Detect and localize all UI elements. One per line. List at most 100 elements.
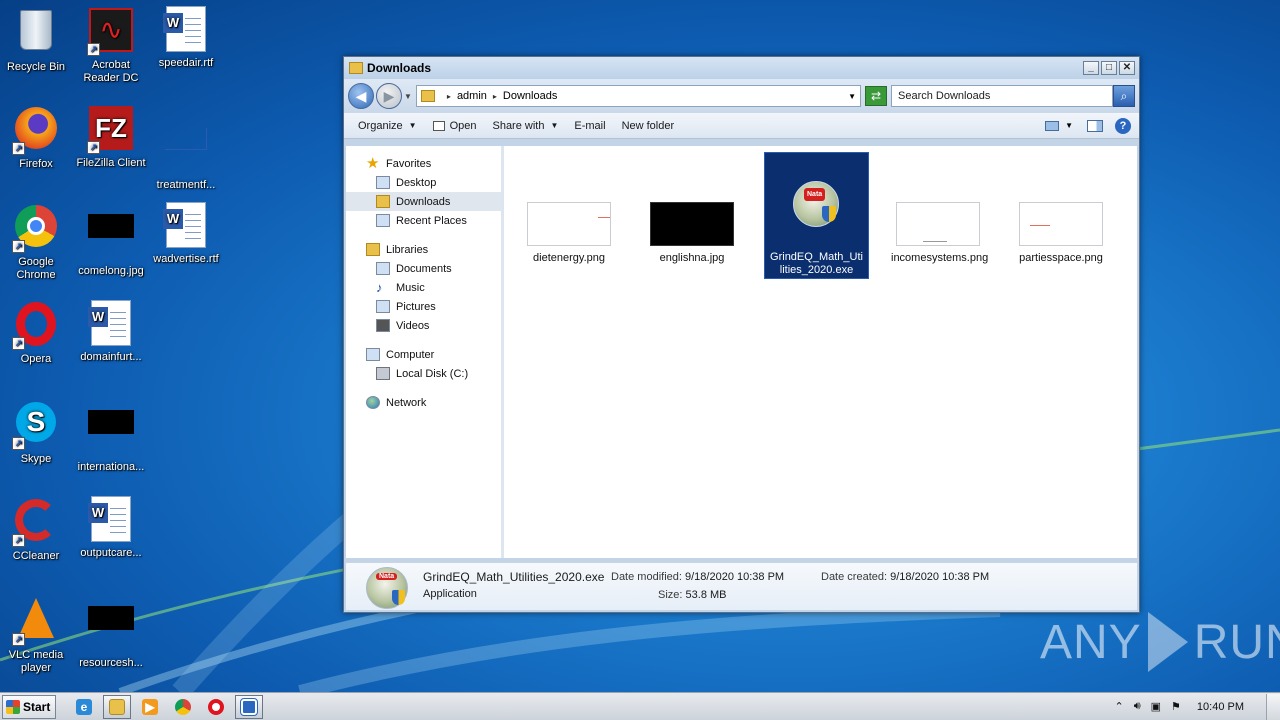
clock[interactable]: 10:40 PM — [1197, 701, 1244, 713]
nav-pictures[interactable]: Pictures — [346, 297, 501, 316]
taskbar-opera[interactable] — [202, 695, 230, 719]
image-thumbnail-icon — [87, 606, 135, 654]
desktop-icon-wadvertise[interactable]: W wadvertise.rtf — [148, 202, 224, 266]
media-player-icon: ▶ — [142, 698, 158, 715]
volume-icon[interactable]: 🔊︎ — [1134, 700, 1141, 713]
show-hidden-icons-icon[interactable]: ⌃ — [1114, 700, 1123, 713]
change-view-icon[interactable] — [1045, 120, 1060, 131]
desktop-icon-ccleaner[interactable]: ↗ CCleaner — [0, 496, 74, 563]
desktop-icon-resourcesh[interactable]: resourcesh... — [73, 594, 149, 670]
filezilla-icon: FZ ↗ — [87, 106, 135, 154]
nav-computer[interactable]: Computer — [346, 345, 501, 364]
nav-desktop[interactable]: Desktop — [346, 173, 501, 192]
folder-icon — [349, 62, 363, 74]
nav-downloads[interactable]: Downloads — [346, 192, 501, 211]
desktop-icon-opera[interactable]: ↗ Opera — [0, 300, 74, 366]
view-dropdown-icon[interactable]: ▼ — [1065, 121, 1073, 130]
search-input[interactable]: Search Downloads — [891, 85, 1113, 107]
nav-favorites[interactable]: ★ Favorites — [346, 154, 501, 173]
explorer-window[interactable]: Downloads _ □ ✕ ◀ ▶ ▼ ▸ admin ▸ Download… — [343, 56, 1140, 613]
desktop-icon-internationa[interactable]: internationa... — [73, 398, 149, 474]
desktop-icon-filezilla[interactable]: FZ ↗ FileZilla Client — [73, 104, 149, 170]
pictures-icon — [376, 300, 390, 313]
close-button[interactable]: ✕ — [1119, 61, 1135, 75]
nav-recent-places[interactable]: Recent Places — [346, 211, 501, 230]
documents-icon — [376, 262, 390, 275]
forward-button[interactable]: ▶ — [376, 83, 402, 109]
navigation-pane: ★ Favorites Desktop Downloads Recent Plac… — [346, 146, 504, 558]
share-with-button[interactable]: Share with ▼ — [492, 120, 558, 132]
chrome-icon: ↗ — [12, 205, 60, 253]
music-icon: ♪ — [376, 280, 383, 295]
desktop-icon-chrome[interactable]: ↗ Google Chrome — [0, 202, 74, 282]
minimize-button[interactable]: _ — [1083, 61, 1099, 75]
breadcrumb-admin[interactable]: admin — [457, 90, 487, 102]
window-title: Downloads — [367, 61, 432, 75]
file-item-englishna[interactable]: englishna.jpg — [641, 154, 743, 278]
back-button[interactable]: ◀ — [348, 83, 374, 109]
taskbar-ie[interactable]: e — [70, 695, 98, 719]
preview-pane-icon[interactable] — [1087, 119, 1103, 132]
desktop-icon-skype[interactable]: S ↗ Skype — [0, 398, 74, 466]
taskbar-explorer[interactable] — [103, 694, 131, 719]
computer-icon — [366, 348, 380, 361]
desktop-icon-recycle-bin[interactable]: Recycle Bin — [0, 6, 74, 74]
file-item-partiesspace[interactable]: partiesspace.png — [1010, 154, 1112, 278]
network-status-icon[interactable]: ▣ — [1151, 700, 1161, 713]
new-folder-button[interactable]: New folder — [622, 120, 675, 132]
chevron-right-icon[interactable]: ▸ — [493, 92, 497, 101]
open-button[interactable]: Open — [432, 120, 476, 132]
desktop-icon-outputcare[interactable]: W outputcare... — [73, 496, 149, 560]
window-titlebar[interactable]: Downloads _ □ ✕ — [344, 57, 1139, 79]
taskbar-chrome[interactable] — [169, 695, 197, 719]
file-item-dietenergy[interactable]: dietenergy.png — [518, 154, 620, 278]
action-center-flag-icon[interactable]: ⚑ — [1171, 700, 1181, 713]
address-dropdown-icon[interactable]: ▼ — [848, 92, 856, 101]
downloads-folder-icon — [376, 195, 390, 208]
details-file-name: GrindEQ_Math_Utilities_2020.exe — [423, 570, 605, 584]
organize-button[interactable]: Organize ▼ — [358, 120, 417, 132]
search-icon[interactable]: ⌕ — [1113, 85, 1135, 107]
nav-local-disk[interactable]: Local Disk (C:) — [346, 364, 501, 383]
recent-places-icon — [376, 214, 390, 227]
details-date-created: Date created: 9/18/2020 10:38 PM — [821, 571, 990, 583]
address-bar[interactable]: ▸ admin ▸ Downloads ▼ — [415, 85, 861, 107]
refresh-icon[interactable]: ⇄ — [865, 86, 887, 106]
file-item-incomesystems[interactable]: incomesystems.png — [887, 154, 989, 278]
email-button[interactable]: E-mail — [574, 120, 605, 132]
desktop-icon-comelong[interactable]: comelong.jpg — [73, 202, 149, 278]
breadcrumb-downloads[interactable]: Downloads — [503, 90, 557, 102]
history-dropdown-icon[interactable]: ▼ — [404, 92, 412, 101]
desktop-icon-treatmentf[interactable]: treatmentf... — [148, 104, 224, 192]
maximize-button[interactable]: □ — [1101, 61, 1117, 75]
help-icon[interactable]: ? — [1115, 117, 1131, 134]
opera-icon — [208, 698, 224, 715]
nav-documents[interactable]: Documents — [346, 259, 501, 278]
open-icon — [432, 120, 445, 131]
start-button[interactable]: Start — [2, 694, 56, 719]
nav-libraries[interactable]: Libraries — [346, 240, 501, 259]
chrome-icon — [175, 698, 191, 715]
file-item-grindeq-exe[interactable]: Nata GrindEQ_Math_Utilities_2020.exe — [764, 152, 869, 279]
nav-network[interactable]: Network — [346, 393, 501, 412]
windows-logo-icon — [6, 699, 20, 714]
taskbar-app[interactable] — [235, 694, 263, 719]
taskbar-media-player[interactable]: ▶ — [136, 695, 164, 719]
details-size: Size: 53.8 MB — [658, 589, 727, 601]
system-tray: ⌃ 🔊︎ ▣ ⚑ 10:40 PM — [1104, 693, 1266, 720]
image-thumbnail-icon — [87, 410, 135, 458]
nav-videos[interactable]: Videos — [346, 316, 501, 335]
network-icon — [366, 396, 380, 409]
nav-music[interactable]: ♪ Music — [346, 278, 501, 297]
desktop-icon-speedair[interactable]: W speedair.rtf — [148, 6, 224, 70]
details-file-type: Application — [423, 588, 477, 600]
show-desktop-button[interactable] — [1266, 693, 1280, 720]
desktop-icon-domainfurt[interactable]: W domainfurt... — [73, 300, 149, 364]
desktop-icon-acrobat[interactable]: ∿ ↗ Acrobat Reader DC — [73, 6, 149, 85]
star-icon: ★ — [366, 155, 380, 172]
word-document-icon: W — [87, 300, 135, 348]
chevron-right-icon[interactable]: ▸ — [447, 92, 451, 101]
desktop-icon-vlc[interactable]: ↗ VLC media player — [0, 594, 74, 675]
desktop-icon-firefox[interactable]: ↗ Firefox — [0, 104, 74, 171]
image-thumbnail-icon — [650, 202, 734, 246]
